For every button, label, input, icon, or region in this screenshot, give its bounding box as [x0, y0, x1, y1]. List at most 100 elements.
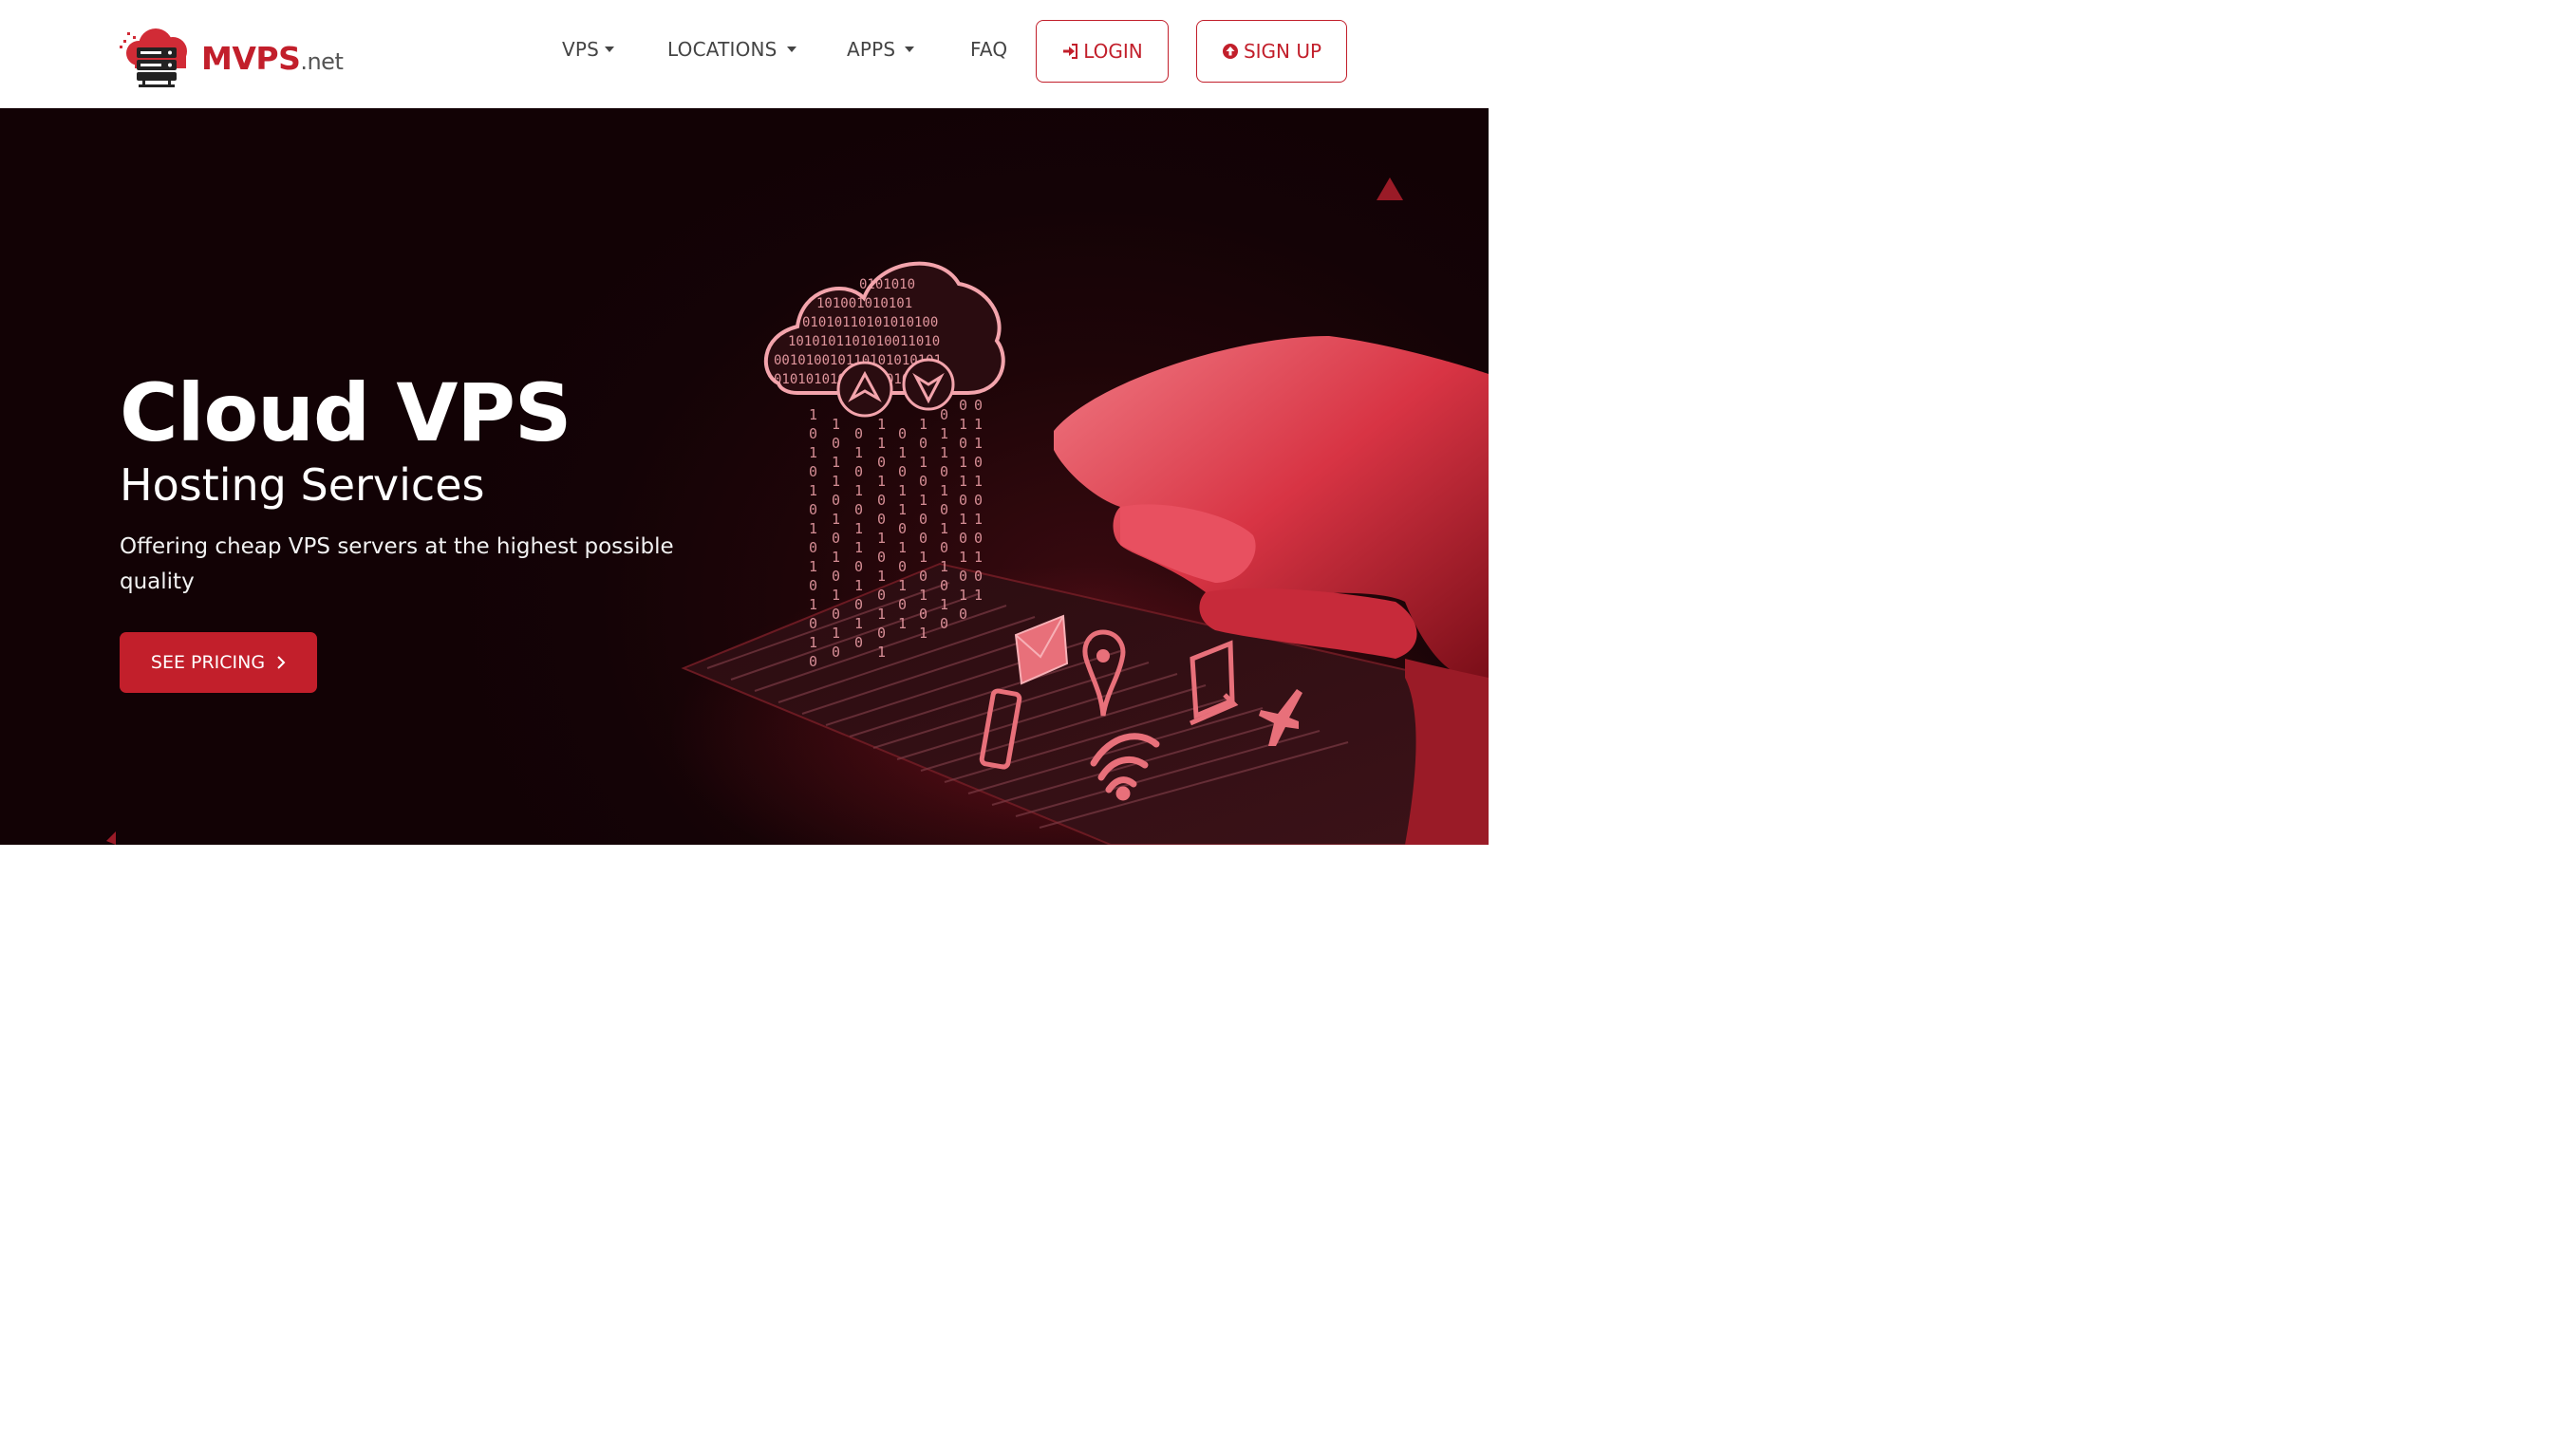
nav-faq[interactable]: FAQ — [970, 38, 1007, 61]
svg-text:1: 1 — [809, 558, 817, 575]
nav-vps-label: VPS — [562, 38, 600, 61]
svg-text:1: 1 — [877, 435, 886, 452]
svg-text:0: 0 — [940, 501, 948, 518]
nav-apps[interactable]: APPS — [847, 38, 915, 61]
svg-text:0: 0 — [832, 644, 840, 661]
svg-text:1: 1 — [854, 520, 863, 537]
svg-text:0: 0 — [919, 606, 927, 623]
svg-text:0: 0 — [832, 530, 840, 547]
svg-text:1: 1 — [940, 520, 948, 537]
svg-text:0: 0 — [919, 473, 927, 490]
nav-vps[interactable]: VPS — [562, 38, 615, 61]
svg-text:1: 1 — [959, 587, 967, 604]
nav-locations[interactable]: LOCATIONS — [667, 38, 796, 61]
svg-text:0: 0 — [898, 425, 907, 442]
svg-text:1: 1 — [919, 492, 927, 509]
hero-description: Offering cheap VPS servers at the highes… — [120, 534, 674, 594]
svg-text:0: 0 — [959, 435, 967, 452]
svg-text:0: 0 — [974, 492, 983, 509]
svg-text:1: 1 — [919, 587, 927, 604]
svg-text:1: 1 — [877, 416, 886, 433]
brand-tld: .net — [300, 48, 344, 75]
svg-text:0: 0 — [919, 435, 927, 452]
chevron-right-icon — [277, 656, 286, 669]
svg-text:0: 0 — [877, 492, 886, 509]
svg-text:0: 0 — [959, 397, 967, 414]
svg-text:1: 1 — [898, 501, 907, 518]
svg-text:1: 1 — [877, 606, 886, 623]
svg-text:1: 1 — [832, 416, 840, 433]
svg-text:0: 0 — [809, 425, 817, 442]
svg-text:0: 0 — [854, 463, 863, 480]
svg-text:1: 1 — [940, 425, 948, 442]
see-pricing-button[interactable]: SEE PRICING — [120, 632, 317, 693]
svg-text:1: 1 — [940, 558, 948, 575]
svg-text:0: 0 — [877, 549, 886, 566]
svg-text:1: 1 — [898, 539, 907, 556]
svg-text:1: 1 — [832, 511, 840, 528]
svg-text:1: 1 — [959, 473, 967, 490]
svg-text:0: 0 — [940, 406, 948, 423]
svg-text:0: 0 — [959, 492, 967, 509]
svg-text:0: 0 — [974, 530, 983, 547]
svg-text:0: 0 — [854, 596, 863, 613]
svg-text:0: 0 — [898, 520, 907, 537]
svg-text:1: 1 — [854, 482, 863, 499]
svg-text:1010101101010011010: 1010101101010011010 — [788, 334, 940, 349]
brand-name: MVPS — [201, 40, 301, 77]
svg-text:1: 1 — [854, 539, 863, 556]
brand-logo[interactable]: MVPS.net — [118, 19, 365, 87]
svg-text:1: 1 — [940, 596, 948, 613]
svg-text:101001010101: 101001010101 — [816, 296, 912, 311]
svg-text:0: 0 — [898, 463, 907, 480]
svg-text:1: 1 — [940, 444, 948, 461]
svg-text:0: 0 — [919, 530, 927, 547]
svg-text:0: 0 — [959, 606, 967, 623]
svg-text:1: 1 — [809, 444, 817, 461]
svg-text:1: 1 — [809, 596, 817, 613]
svg-text:0: 0 — [959, 530, 967, 547]
svg-text:1: 1 — [877, 473, 886, 490]
svg-text:1: 1 — [959, 549, 967, 566]
svg-text:0: 0 — [940, 577, 948, 594]
svg-text:1: 1 — [809, 520, 817, 537]
svg-text:1: 1 — [877, 644, 886, 661]
svg-text:1: 1 — [919, 625, 927, 642]
svg-text:01010110101010100: 01010110101010100 — [802, 315, 938, 330]
hero-subtitle: Hosting Services — [120, 459, 485, 511]
nav-apps-label: APPS — [847, 38, 896, 61]
svg-text:1: 1 — [919, 416, 927, 433]
svg-text:0: 0 — [974, 568, 983, 585]
caret-down-icon — [786, 47, 796, 52]
svg-text:0: 0 — [854, 425, 863, 442]
svg-text:0: 0 — [854, 634, 863, 651]
login-button[interactable]: LOGIN — [1036, 20, 1169, 83]
svg-text:1: 1 — [832, 473, 840, 490]
svg-text:1: 1 — [832, 549, 840, 566]
decor-triangle — [1377, 177, 1403, 200]
svg-text:0: 0 — [959, 568, 967, 585]
signup-button[interactable]: SIGN UP — [1196, 20, 1347, 83]
svg-text:1: 1 — [809, 634, 817, 651]
svg-text:0: 0 — [809, 501, 817, 518]
login-icon — [1063, 44, 1078, 59]
svg-text:1: 1 — [877, 530, 886, 547]
hero-section: 0101010 101001010101 01010110101010100 1… — [0, 108, 1489, 845]
svg-text:1: 1 — [832, 454, 840, 471]
svg-text:0: 0 — [854, 501, 863, 518]
svg-text:1: 1 — [898, 482, 907, 499]
svg-text:1: 1 — [854, 444, 863, 461]
site-header: MVPS.net VPS LOCATIONS APPS FAQ LOGIN SI… — [0, 0, 1489, 108]
svg-text:1: 1 — [974, 549, 983, 566]
svg-text:1: 1 — [974, 473, 983, 490]
svg-text:1: 1 — [919, 549, 927, 566]
nav-locations-label: LOCATIONS — [667, 38, 778, 61]
svg-text:0: 0 — [898, 596, 907, 613]
svg-text:1: 1 — [809, 406, 817, 423]
svg-text:1: 1 — [940, 482, 948, 499]
svg-text:1: 1 — [832, 587, 840, 604]
see-pricing-label: SEE PRICING — [150, 652, 266, 673]
decor-triangle — [106, 831, 116, 845]
svg-text:1: 1 — [959, 416, 967, 433]
svg-text:1: 1 — [959, 454, 967, 471]
